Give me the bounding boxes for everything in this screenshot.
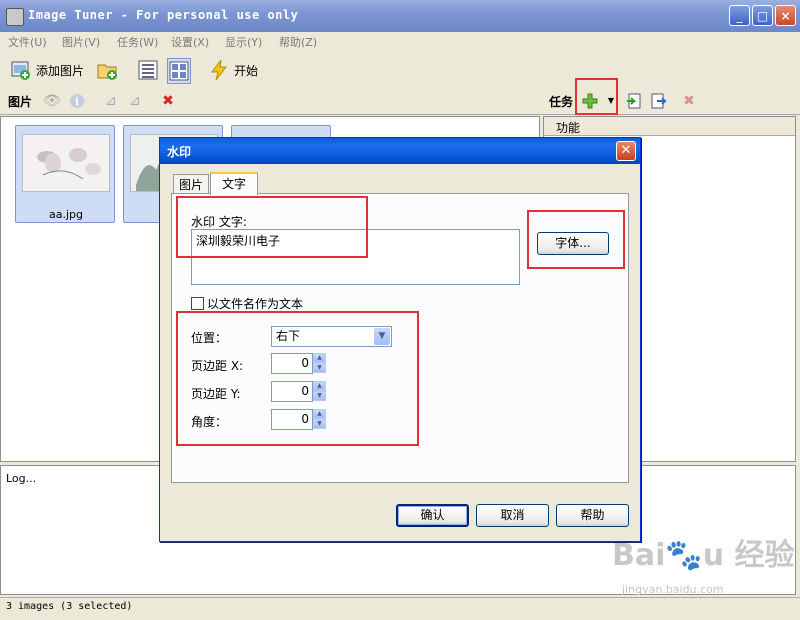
menu-task[interactable]: 任务(W) (117, 34, 158, 50)
angle-stepper[interactable]: ▲ ▼ (313, 409, 326, 430)
margin-x-input[interactable]: 0 (271, 353, 313, 374)
add-images-button[interactable]: 添加图片 (10, 58, 84, 82)
use-filename-label: 以文件名作为文本 (207, 297, 304, 311)
main-toolbar: 添加图片 开始 (0, 52, 800, 89)
add-folder-icon (96, 59, 118, 81)
watermark-dialog: 水印 ✕ 图片 文字 水印 文字: 深圳毅荣川电子 字体... 以文件名作为文本… (159, 137, 641, 542)
list-view-button[interactable] (137, 58, 159, 82)
add-task-dropdown-icon[interactable]: ▼ (603, 93, 619, 109)
remove-task-icon[interactable]: ✖ (681, 93, 697, 109)
thumbnail-view-icon (168, 60, 190, 82)
status-bar: 3 images (3 selected) (0, 597, 800, 620)
lightning-icon (208, 59, 230, 81)
rotate-left-icon[interactable]: ⊿ (103, 93, 119, 109)
menu-view[interactable]: 显示(Y) (225, 34, 262, 50)
spin-down-icon[interactable]: ▼ (313, 391, 326, 401)
position-select[interactable]: 右下 ▼ (271, 326, 392, 347)
text-tab-pane: 水印 文字: 深圳毅荣川电子 字体... 以文件名作为文本 位置： 右下 ▼ 页… (171, 193, 629, 483)
import-task-icon[interactable] (626, 93, 642, 109)
thumbnail-image (22, 134, 110, 192)
spin-down-icon[interactable]: ▼ (313, 419, 326, 429)
add-image-icon (10, 59, 32, 81)
images-section-label: 图片 (8, 95, 33, 109)
chevron-down-icon[interactable]: ▼ (374, 328, 390, 345)
app-icon (6, 8, 24, 26)
ok-button[interactable]: 确认 (396, 504, 469, 527)
menu-file[interactable]: 文件(U) (8, 34, 47, 50)
spin-down-icon[interactable]: ▼ (313, 363, 326, 373)
list-view-icon (137, 59, 159, 81)
watermark-text-label: 水印 文字: (191, 215, 247, 229)
status-text: 3 images (3 selected) (6, 601, 133, 612)
tab-text[interactable]: 文字 (210, 172, 258, 195)
menu-settings[interactable]: 设置(X) (171, 34, 209, 50)
secondary-toolbar: 图片 👁 i ⊿ ⊿ ✖ 任务 ▼ ✖ (0, 88, 800, 115)
thumbnail-label: aa.jpg (49, 208, 83, 221)
minimize-button[interactable]: _ (729, 5, 750, 26)
dialog-titlebar: 水印 ✕ (160, 138, 640, 164)
thumbnail-view-button[interactable] (167, 58, 191, 84)
log-text: Log... (6, 472, 37, 485)
margin-y-label: 页边距 Y: (191, 387, 241, 401)
watermark-text-input[interactable]: 深圳毅荣川电子 (191, 229, 520, 285)
position-value: 右下 (276, 329, 301, 343)
spin-up-icon[interactable]: ▲ (313, 353, 326, 363)
margin-x-label: 页边距 X: (191, 359, 244, 373)
tasks-section-label: 任务 (549, 95, 574, 109)
start-button[interactable]: 开始 (208, 58, 258, 82)
angle-label: 角度： (191, 415, 228, 429)
help-button[interactable]: 帮助 (556, 504, 629, 527)
export-task-icon[interactable] (650, 93, 668, 109)
main-titlebar: Image Tuner - For personal use only _ □ … (0, 0, 800, 32)
window-close-button[interactable]: × (775, 5, 796, 26)
spin-up-icon[interactable]: ▲ (313, 409, 326, 419)
task-column-header[interactable]: 功能 (556, 119, 580, 136)
margin-y-input[interactable]: 0 (271, 381, 313, 402)
baidu-watermark-url: jingyan.baidu.com (622, 583, 724, 596)
remove-image-icon[interactable]: ✖ (160, 93, 176, 109)
cancel-button[interactable]: 取消 (476, 504, 549, 527)
image-thumbnail[interactable]: aa.jpg (15, 125, 115, 223)
task-list-header: 功能 (544, 117, 795, 136)
menu-image[interactable]: 图片(V) (62, 34, 100, 50)
add-folder-button[interactable] (96, 58, 118, 82)
preview-eye-icon[interactable]: 👁 (43, 93, 61, 109)
margin-y-stepper[interactable]: ▲ ▼ (313, 381, 326, 402)
dialog-title: 水印 (167, 145, 192, 159)
maximize-button[interactable]: □ (752, 5, 773, 26)
use-filename-checkbox[interactable] (191, 297, 204, 310)
info-icon[interactable]: i (69, 93, 85, 109)
add-task-icon[interactable] (582, 93, 598, 109)
menubar: 文件(U) 图片(V) 任务(W) 设置(X) 显示(Y) 帮助(Z) (0, 32, 800, 50)
spin-up-icon[interactable]: ▲ (313, 381, 326, 391)
font-button[interactable]: 字体... (537, 232, 609, 255)
svg-text:i: i (75, 97, 79, 108)
position-label: 位置： (191, 331, 228, 345)
margin-x-stepper[interactable]: ▲ ▼ (313, 353, 326, 374)
window-title: Image Tuner - For personal use only (28, 8, 299, 22)
add-images-label: 添加图片 (36, 63, 85, 78)
rotate-right-icon[interactable]: ⊿ (127, 93, 143, 109)
menu-help[interactable]: 帮助(Z) (279, 34, 317, 50)
tab-image[interactable]: 图片 (173, 174, 209, 194)
dialog-close-button[interactable]: ✕ (616, 141, 636, 161)
start-label: 开始 (234, 63, 259, 78)
angle-input[interactable]: 0 (271, 409, 313, 430)
